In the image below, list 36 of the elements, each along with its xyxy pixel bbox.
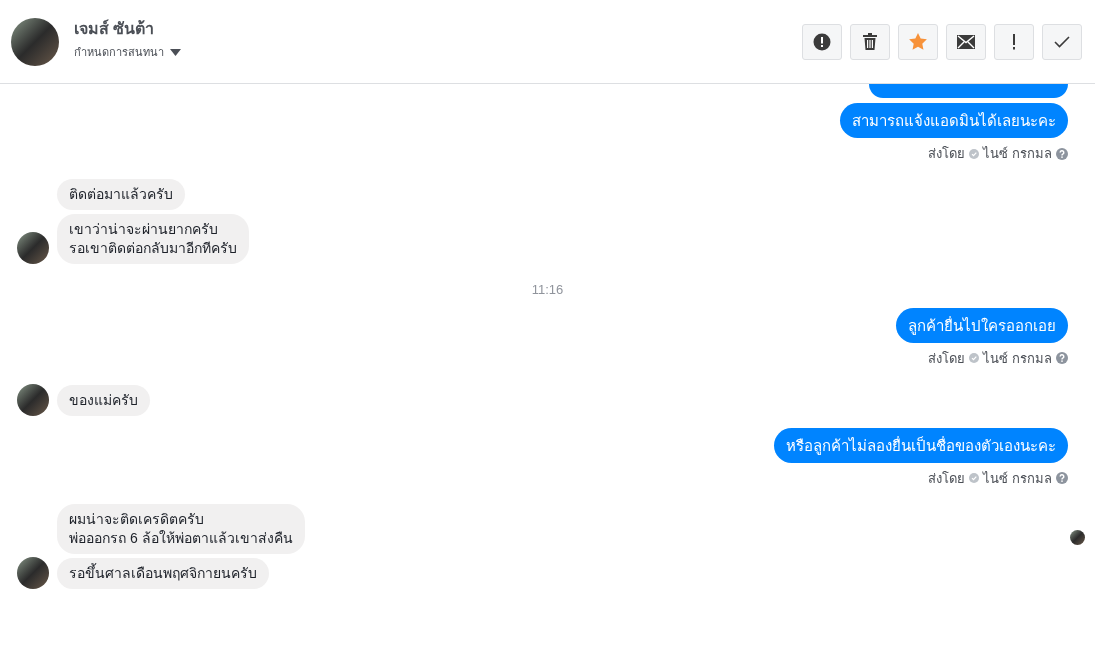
- mail-icon: [957, 34, 975, 49]
- message-bubble: ของแม่ครับ: [57, 384, 150, 416]
- message-bubble: รอขึ้นศาลเดือนพฤศจิกายนครับ: [57, 557, 269, 589]
- sender-name: ไนซ์ กรกมล: [983, 146, 1052, 161]
- help-icon: [1056, 352, 1068, 364]
- message-bubble: สามารถแจ้งแอดมินได้เลยนะคะ: [840, 103, 1068, 138]
- check-circle-icon: [969, 148, 980, 159]
- exclamation-icon: [1012, 33, 1016, 50]
- sent-by-label: ส่งโดย: [928, 470, 966, 486]
- avatar: [17, 383, 49, 416]
- check-circle-icon: [969, 473, 980, 483]
- check-icon: [1054, 35, 1070, 48]
- avatar: [11, 17, 59, 66]
- message-bubble: หรือลูกค้าไม่ลองยื่นเป็นชื่อของตัวเองนะคะ: [774, 427, 1068, 463]
- avatar: [17, 556, 49, 589]
- message-bubble: ลูกค้ายื่นไปใครออกเอย: [896, 307, 1068, 343]
- check-circle-icon: [969, 353, 980, 363]
- sent-by-label: ส่งโดย: [928, 350, 966, 366]
- message-bubble: ติดต่อมาแล้วครับ: [57, 179, 185, 210]
- avatar: [17, 232, 49, 264]
- caret-icon: [170, 48, 181, 56]
- message-bubble: เขาว่าน่าจะผ่านยากครับ รอเขาติดต่อกลับมาอีกทีครับ: [57, 214, 249, 264]
- contact-name: เจมส์ ซันต้า: [74, 18, 156, 39]
- message-bubble: ผมน่าจะติดเครดิตครับ พ่อออกรถ 6 ล้อให้พ่อตาแล้วเขาส่งคืน: [57, 503, 305, 554]
- toolbar-button[interactable]: [802, 23, 842, 60]
- sent-by-label: ส่งโดย: [928, 146, 966, 161]
- help-icon: [1056, 147, 1068, 160]
- conversation-settings-dropdown[interactable]: กำหนดการสนทนา: [74, 43, 181, 61]
- trash-icon: [863, 33, 877, 50]
- help-icon: [1056, 472, 1068, 484]
- sender-name: ไนซ์ กรกมล: [983, 470, 1052, 486]
- alert-icon: [813, 32, 831, 51]
- timestamp: 11:16: [531, 281, 564, 299]
- toolbar-button[interactable]: [946, 23, 986, 60]
- sender-name: ไนซ์ กรกมล: [983, 350, 1052, 366]
- toolbar-button[interactable]: [850, 23, 890, 60]
